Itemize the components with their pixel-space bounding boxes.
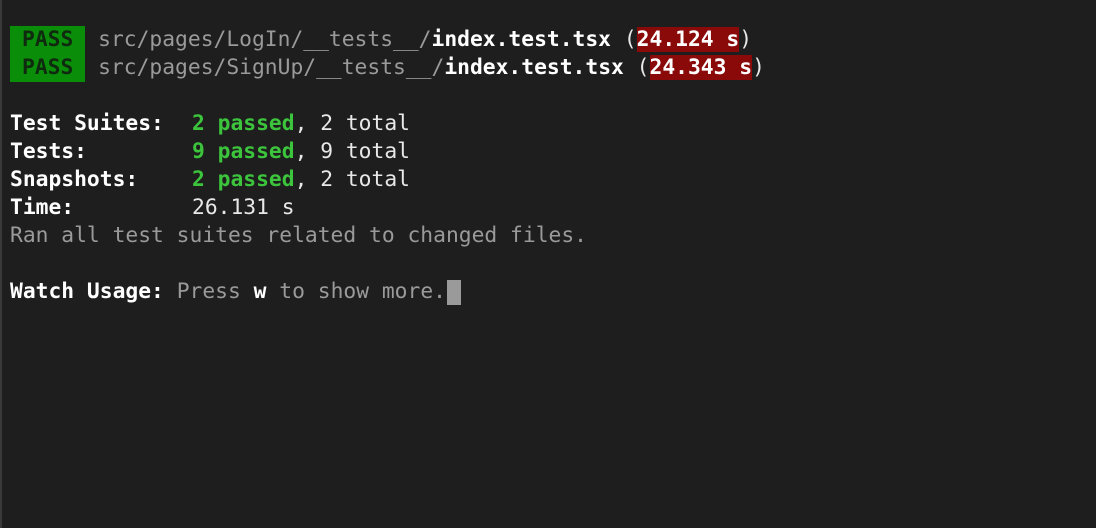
test-file-name: index.test.tsx [431,27,612,52]
total-time: 26.131 s [192,195,295,220]
close-paren: ) [752,55,765,80]
total-count: , 2 total [294,111,410,136]
window-left-border [0,0,2,528]
summary-time: Time: 26.131 s [10,194,765,222]
total-count: , 9 total [294,139,410,164]
terminal-output: PASS src/pages/LogIn/__tests__/index.tes… [10,26,765,306]
test-result-line: PASS src/pages/SignUp/__tests__/index.te… [10,54,765,82]
summary-label: Tests: [10,139,87,164]
ran-note: Ran all test suites related to changed f… [10,223,587,248]
terminal-cursor[interactable] [446,279,461,305]
passed-count: 2 passed [192,167,295,192]
test-result-line: PASS src/pages/LogIn/__tests__/index.tes… [10,26,765,54]
watch-usage-label: Watch Usage: [10,279,164,304]
watch-usage-line: Watch Usage: Press w to show more. [10,278,765,306]
summary-test-suites: Test Suites: 2 passed, 2 total [10,110,765,138]
passed-count: 2 passed [192,111,295,136]
pass-badge: PASS [10,26,86,54]
summary-snapshots: Snapshots: 2 passed, 2 total [10,166,765,194]
test-duration: 24.343 s [649,55,753,80]
total-count: , 2 total [294,167,410,192]
summary-tests: Tests: 9 passed, 9 total [10,138,765,166]
summary-label: Time: [10,195,75,220]
summary-label: Test Suites: [10,111,164,136]
test-file-dir: src/pages/LogIn/__tests__/ [98,27,432,52]
summary-label: Snapshots: [10,167,139,192]
watch-rest-text: to show more. [266,279,446,304]
test-duration: 24.124 s [636,27,740,52]
open-paren: ( [623,27,637,52]
watch-press-text: Press [163,279,254,304]
test-file-name: index.test.tsx [444,55,624,80]
pass-badge: PASS [10,54,86,82]
passed-count: 9 passed [192,139,295,164]
test-file-dir: src/pages/SignUp/__tests__/ [98,55,445,80]
open-paren: ( [636,55,650,80]
close-paren: ) [739,27,753,52]
watch-key: w [253,279,267,304]
